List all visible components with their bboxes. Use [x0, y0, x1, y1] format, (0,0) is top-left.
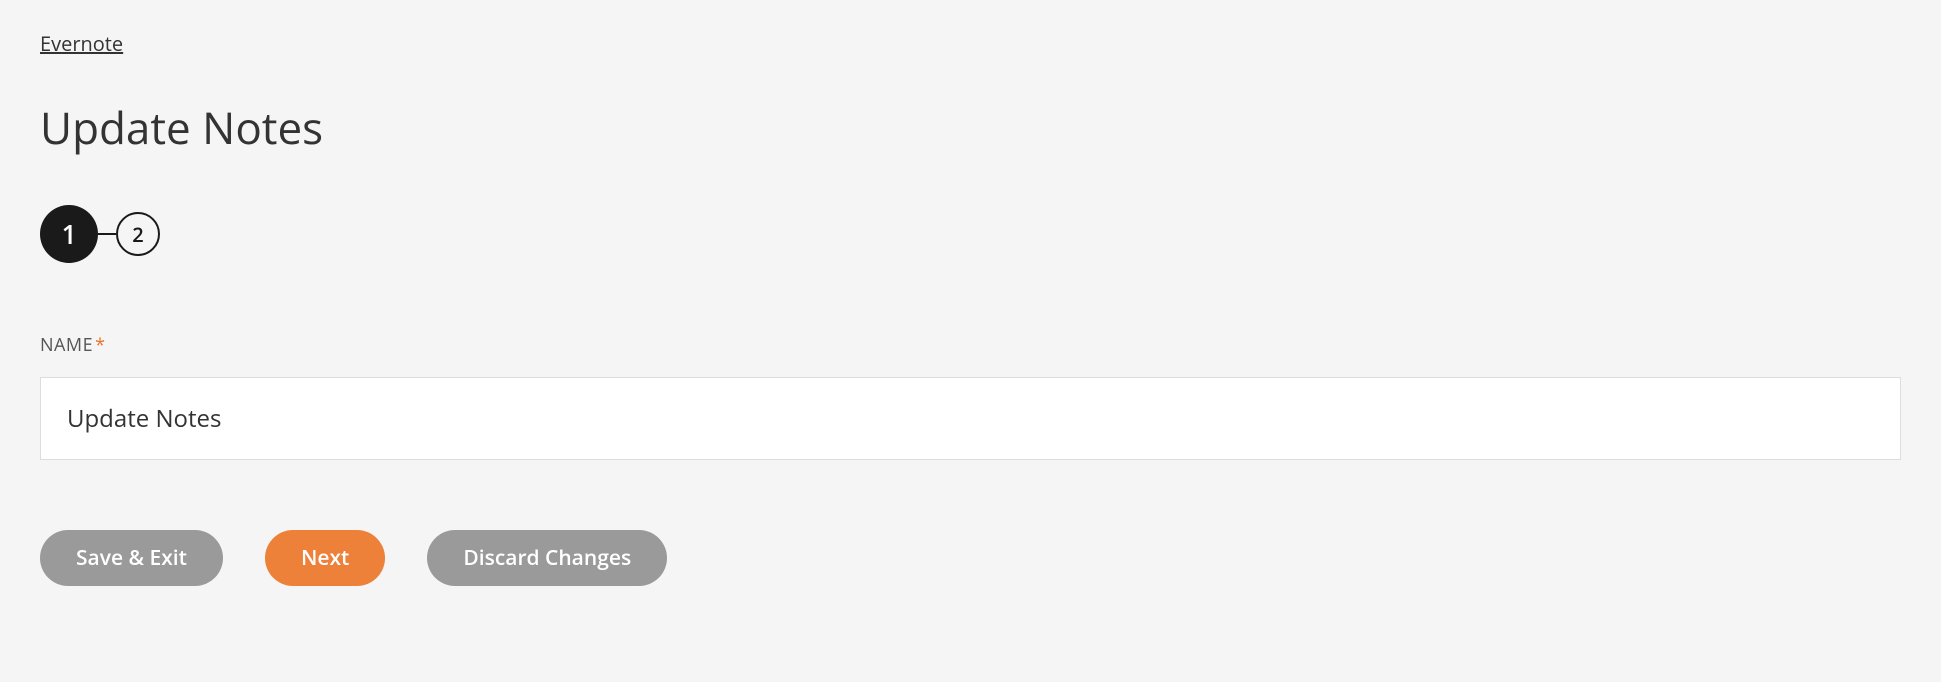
name-input[interactable] — [40, 377, 1901, 460]
button-row: Save & Exit Next Discard Changes — [40, 530, 1901, 586]
required-asterisk: * — [95, 333, 105, 357]
next-button[interactable]: Next — [265, 530, 385, 586]
breadcrumb-link[interactable]: Evernote — [40, 30, 123, 57]
name-label-text: NAME — [40, 333, 93, 357]
page-title: Update Notes — [40, 97, 1901, 157]
stepper: 1 2 — [40, 205, 1901, 263]
step-1[interactable]: 1 — [40, 205, 98, 263]
save-exit-button[interactable]: Save & Exit — [40, 530, 223, 586]
name-field-label: NAME* — [40, 333, 1901, 357]
step-2[interactable]: 2 — [116, 212, 160, 256]
discard-changes-button[interactable]: Discard Changes — [427, 530, 667, 586]
step-connector — [98, 233, 116, 235]
